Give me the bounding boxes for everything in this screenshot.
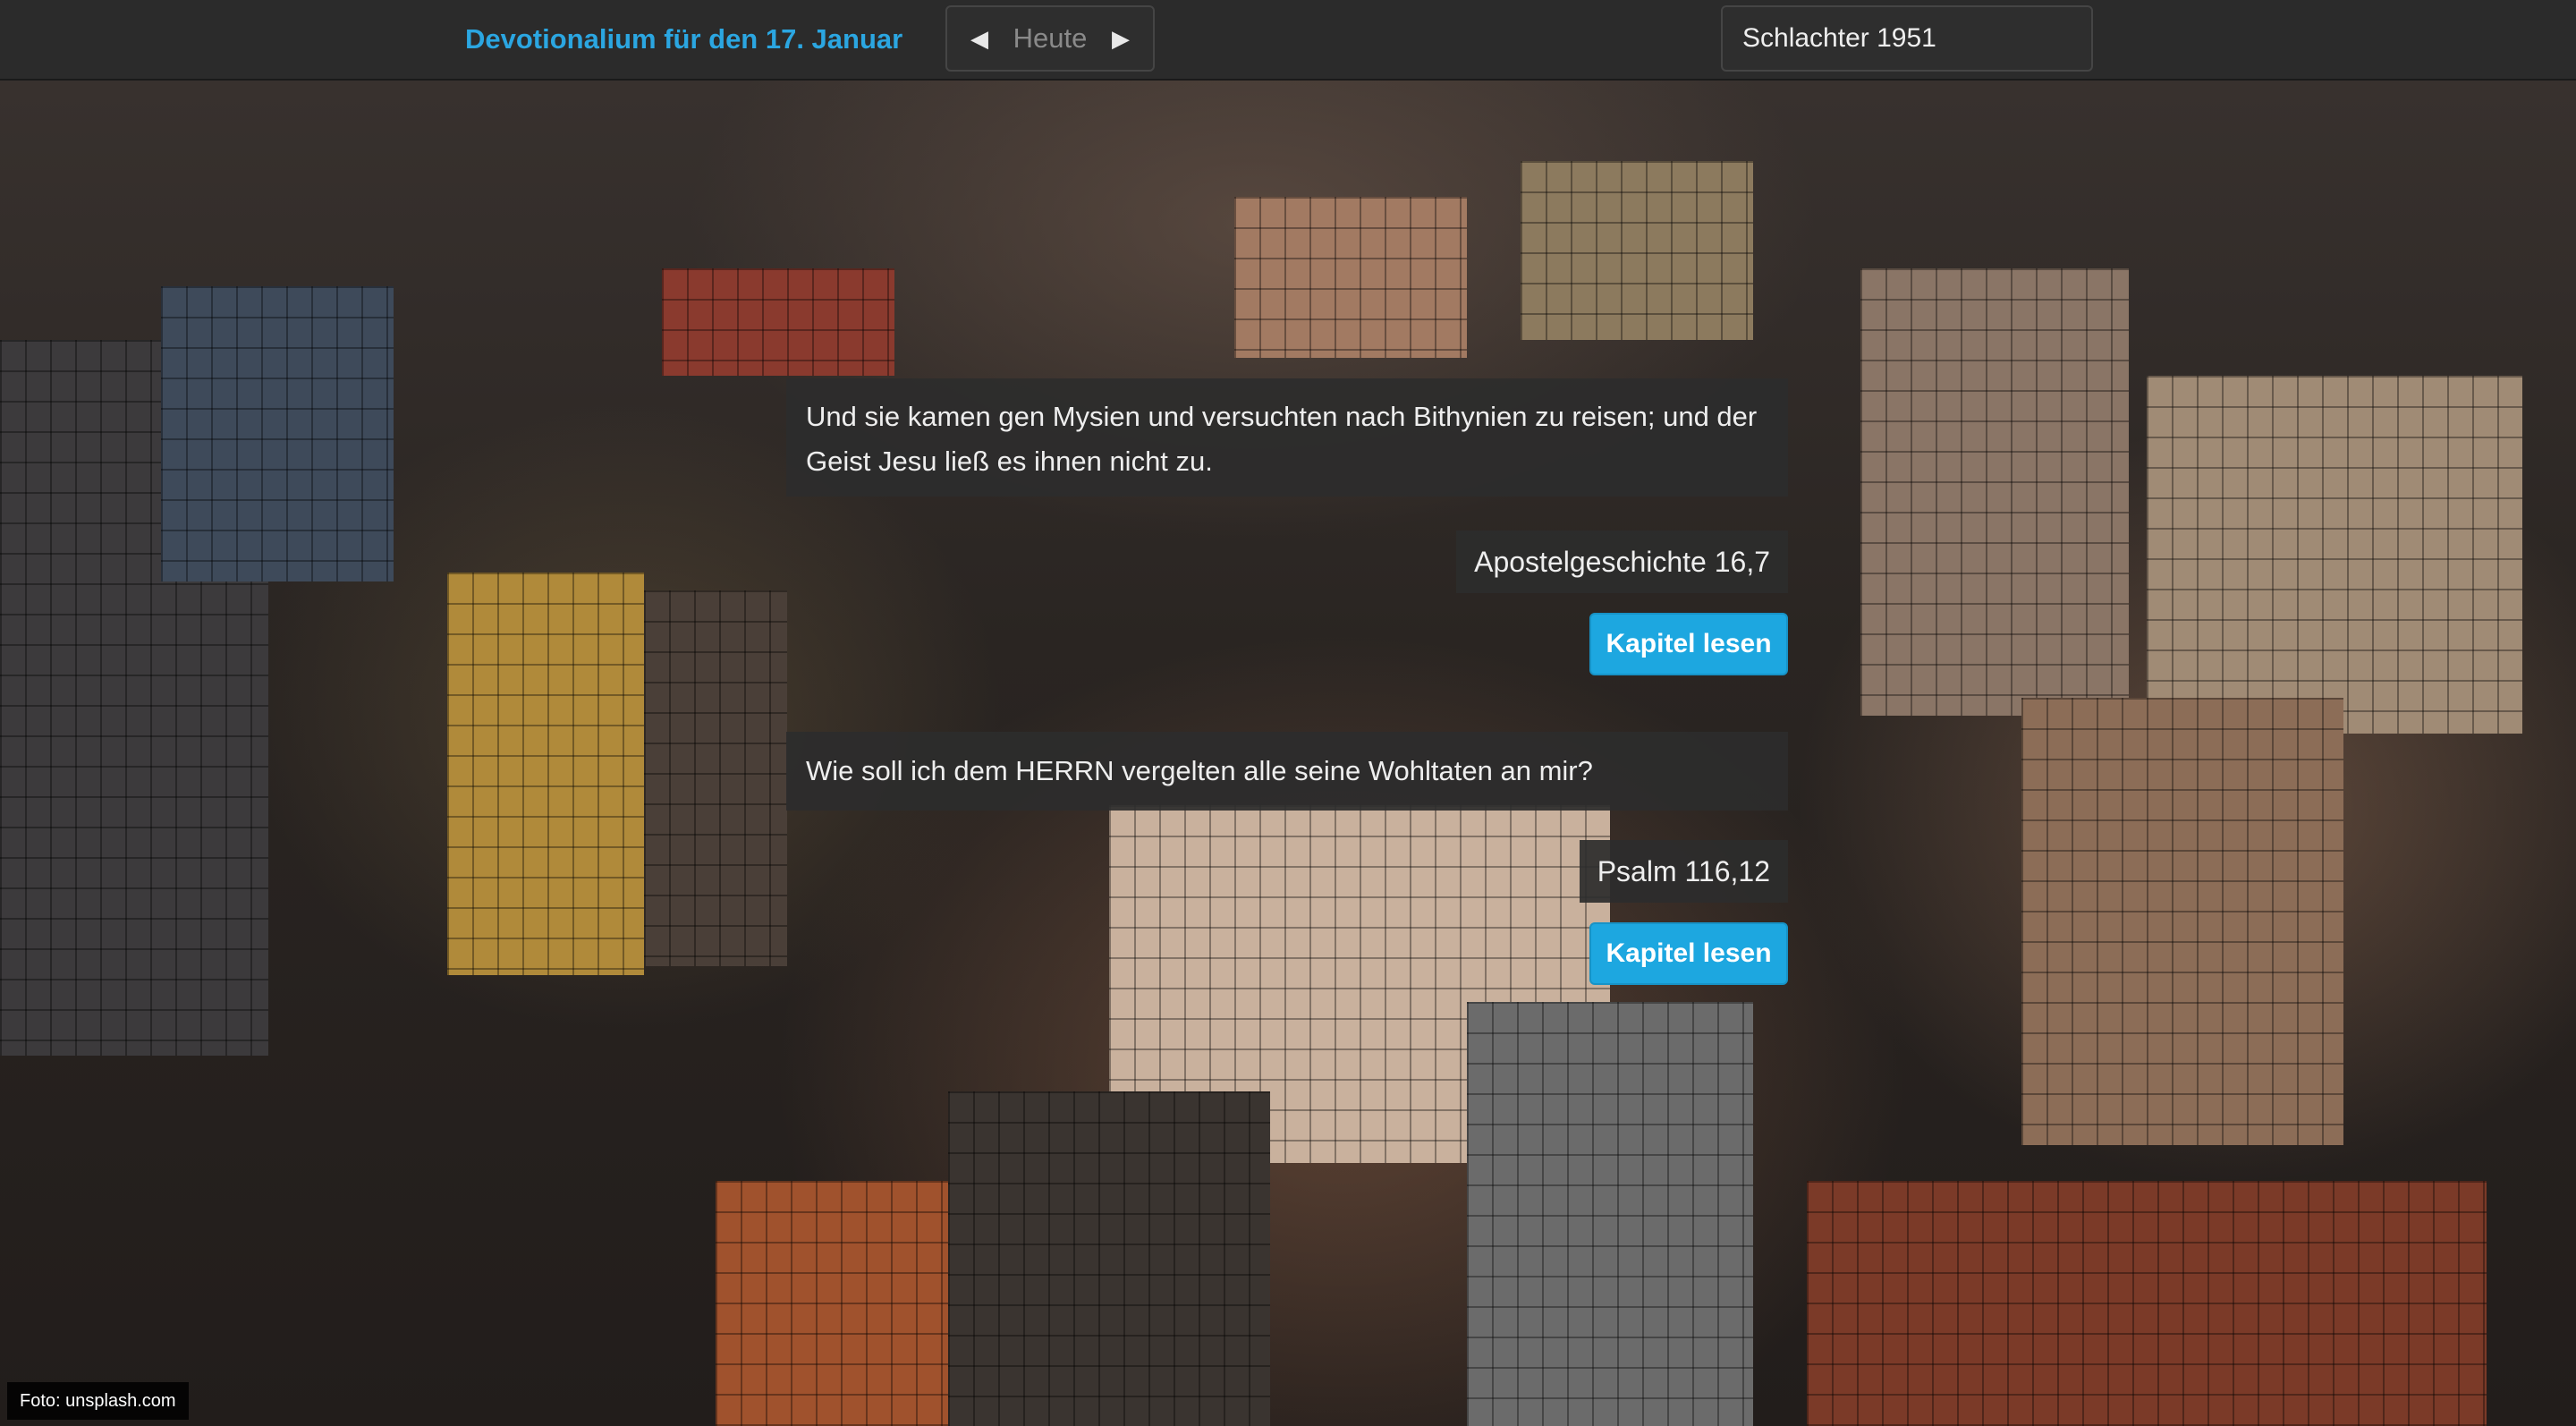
triangle-left-icon[interactable]: ◀ — [970, 25, 988, 53]
photo-credit[interactable]: Foto: unsplash.com — [7, 1382, 189, 1420]
verse-text: Wie soll ich dem HERRN vergelten alle se… — [786, 732, 1788, 811]
background-photo — [0, 0, 2576, 1426]
translation-select[interactable]: Schlachter 1951 — [1721, 5, 2093, 72]
verse-reference: Psalm 116,12 — [1579, 840, 1788, 903]
read-chapter-button[interactable]: Kapitel lesen — [1589, 613, 1788, 675]
verse-text: Und sie kamen gen Mysien und versuchten … — [786, 378, 1788, 497]
page-title[interactable]: Devotionalium für den 17. Januar — [465, 23, 902, 55]
day-navigation: ◀ Heute ▶ — [945, 5, 1155, 72]
today-button[interactable]: Heute — [1013, 22, 1088, 55]
read-chapter-button[interactable]: Kapitel lesen — [1589, 922, 1788, 985]
verse-reference: Apostelgeschichte 16,7 — [1456, 531, 1788, 593]
triangle-right-icon[interactable]: ▶ — [1112, 25, 1130, 53]
navbar: Devotionalium für den 17. Januar ◀ Heute… — [0, 0, 2576, 81]
